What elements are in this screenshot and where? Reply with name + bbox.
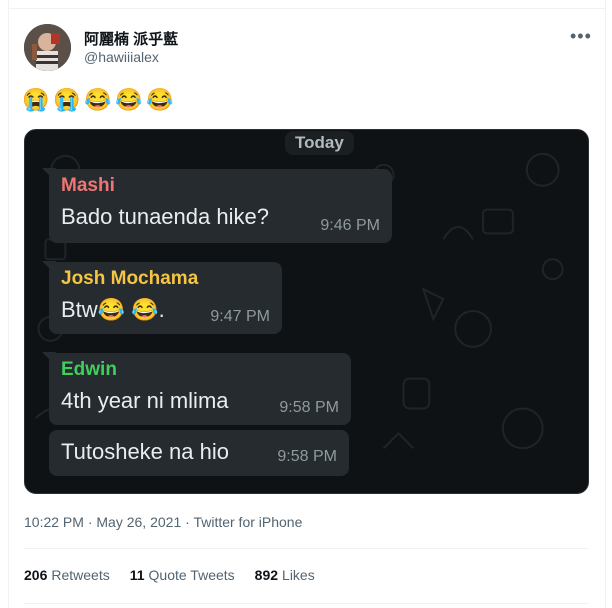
frame-border-top	[8, 8, 606, 9]
avatar[interactable]	[24, 24, 71, 71]
tweet-source[interactable]: Twitter for iPhone	[193, 514, 302, 530]
likes-label: Likes	[282, 567, 315, 583]
quote-tweets-stat[interactable]: 11 Quote Tweets	[130, 567, 235, 583]
frame-border-right	[605, 0, 606, 608]
loudly-crying-emoji: 😭	[53, 87, 81, 112]
retweets-label: Retweets	[51, 567, 110, 583]
divider	[24, 548, 589, 549]
tweet-time[interactable]: 10:22 PM	[24, 514, 84, 530]
tears-of-joy-emoji: 😂	[84, 87, 112, 112]
tweet-text: 😭 😭 😂 😂 😂	[22, 87, 174, 113]
message-time: 9:58 PM	[277, 448, 337, 465]
message-sender: Mashi	[61, 175, 115, 196]
tweet-date[interactable]: May 26, 2021	[96, 514, 181, 530]
tweet-media-image[interactable]: Today Mashi Bado tunaenda hike? 9:46 PM …	[24, 129, 589, 494]
author-handle[interactable]: @hawiiialex	[84, 49, 159, 65]
tweet-meta: 10:22 PM · May 26, 2021 · Twitter for iP…	[24, 514, 302, 530]
author-display-name[interactable]: 阿麗楠 派乎藍	[84, 28, 178, 49]
tears-of-joy-emoji: 😂	[146, 87, 174, 112]
meta-separator: ·	[185, 514, 190, 530]
likes-stat[interactable]: 892 Likes	[255, 567, 315, 583]
retweets-stat[interactable]: 206 Retweets	[24, 567, 110, 583]
message-time: 9:58 PM	[279, 399, 339, 416]
message-time: 9:47 PM	[210, 308, 270, 325]
avatar-image	[24, 24, 71, 71]
quote-tweets-label: Quote Tweets	[148, 567, 235, 583]
frame-border-left	[8, 0, 9, 608]
chat-bubble-mashi: Mashi Bado tunaenda hike? 9:46 PM	[49, 169, 392, 243]
quote-tweets-count: 11	[129, 567, 145, 583]
chat-bubble-josh: Josh Mochama Btw😂 😂. 9:47 PM	[49, 262, 282, 334]
tears-of-joy-emoji: 😂	[115, 87, 143, 112]
retweets-count: 206	[24, 567, 48, 583]
chat-date-label: Today	[285, 131, 354, 155]
message-sender: Edwin	[61, 359, 117, 380]
likes-count: 892	[254, 567, 279, 583]
chat-bubble-edwin: Edwin 4th year ni mlima 9:58 PM	[49, 353, 351, 425]
message-time: 9:46 PM	[320, 217, 380, 234]
loudly-crying-emoji: 😭	[22, 87, 50, 112]
chat-bubble-edwin-followup: Tutosheke na hio 9:58 PM	[49, 430, 349, 476]
meta-separator: ·	[87, 514, 93, 530]
message-sender: Josh Mochama	[61, 268, 199, 289]
tweet-stats: 206 Retweets 11 Quote Tweets 892 Likes	[24, 567, 315, 583]
divider	[24, 603, 589, 604]
ellipsis-icon[interactable]: •••	[570, 26, 592, 47]
